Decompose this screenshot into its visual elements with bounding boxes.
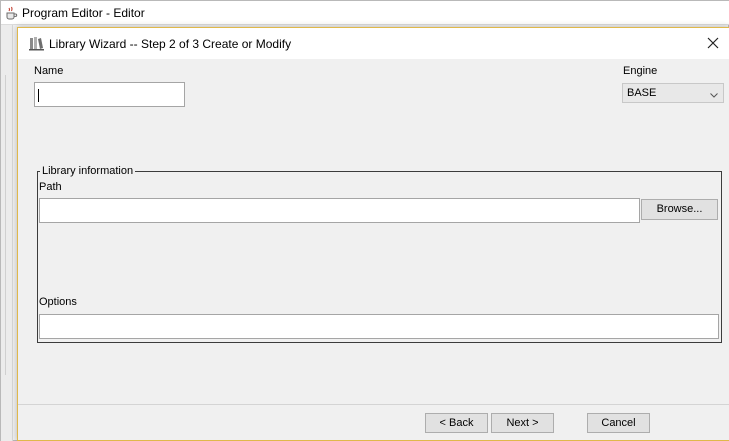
engine-selected-value: BASE xyxy=(627,87,657,99)
next-button[interactable]: Next > xyxy=(491,413,554,433)
editor-left-gutter xyxy=(1,25,13,441)
options-label: Options xyxy=(39,296,77,308)
chevron-down-icon xyxy=(709,89,719,99)
options-field[interactable] xyxy=(39,314,719,339)
footer-separator xyxy=(18,404,729,405)
engine-select[interactable]: BASE xyxy=(622,83,724,103)
name-label: Name xyxy=(34,65,64,77)
dialog-title: Library Wizard -- Step 2 of 3 Create or … xyxy=(49,37,292,51)
dialog-title-bar[interactable]: Library Wizard -- Step 2 of 3 Create or … xyxy=(18,28,729,59)
outer-window-title: Program Editor - Editor xyxy=(22,6,145,20)
java-cup-icon xyxy=(4,6,18,20)
cancel-button[interactable]: Cancel xyxy=(587,413,650,433)
next-button-label: Next > xyxy=(506,417,539,429)
outer-title-bar: Program Editor - Editor xyxy=(1,1,729,25)
name-field[interactable] xyxy=(34,82,185,107)
text-caret xyxy=(38,89,39,102)
engine-label: Engine xyxy=(623,65,658,77)
path-field[interactable] xyxy=(39,198,640,223)
library-information-title: Library information xyxy=(40,165,136,177)
browse-button[interactable]: Browse... xyxy=(641,199,718,220)
cancel-button-label: Cancel xyxy=(601,417,636,429)
library-wizard-icon xyxy=(29,36,44,51)
library-wizard-dialog: Library Wizard -- Step 2 of 3 Create or … xyxy=(17,27,729,441)
browse-button-label: Browse... xyxy=(656,203,703,215)
path-label: Path xyxy=(39,181,62,193)
close-icon[interactable] xyxy=(701,32,725,54)
back-button-label: < Back xyxy=(439,417,474,429)
back-button[interactable]: < Back xyxy=(425,413,488,433)
gutter-line xyxy=(5,75,6,375)
